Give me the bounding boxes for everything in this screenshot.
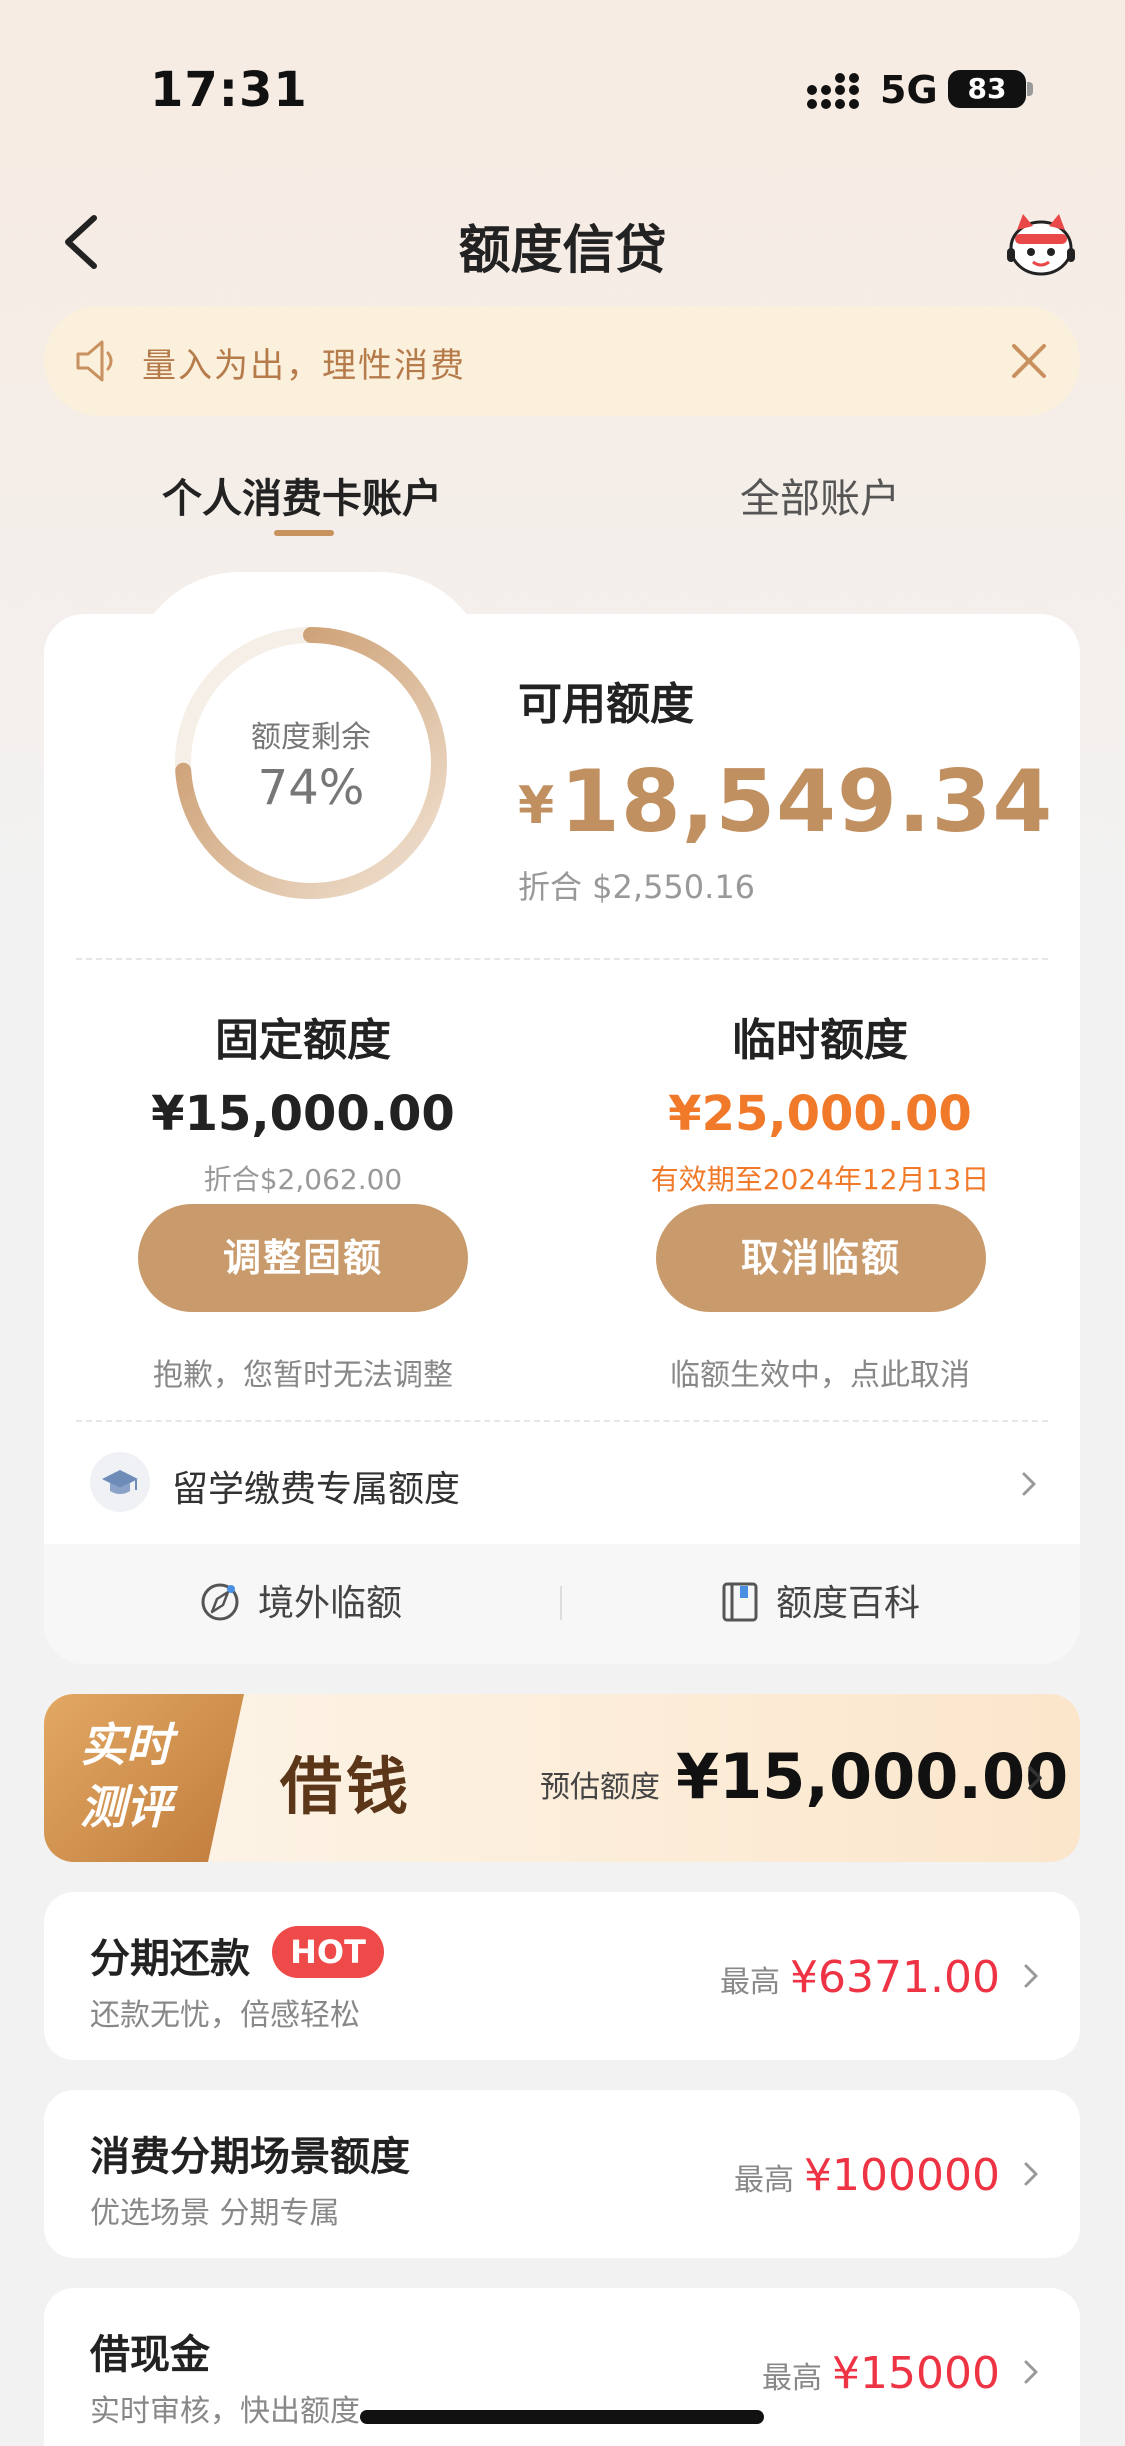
divider: [76, 958, 1048, 960]
close-icon[interactable]: [1006, 338, 1052, 384]
fixed-limit-note: 抱歉，您暂时无法调整: [153, 1358, 453, 1393]
max-value: ¥6371.00: [790, 1952, 1000, 2003]
study-abroad-label: 留学缴费专属额度: [172, 1469, 461, 1510]
product-installment-repayment[interactable]: 分期还款 HOT 还款无忧，倍感轻松 最高 ¥6371.00: [44, 1892, 1080, 2060]
tab-all-accounts[interactable]: 全部账户: [740, 466, 900, 524]
hot-badge: HOT: [272, 1926, 384, 1978]
chevron-right-icon: [1022, 1472, 1036, 1496]
speaker-icon: [76, 340, 113, 382]
chevron-right-icon: [1028, 1766, 1042, 1790]
product-subtitle: 优选场景 分期专属: [90, 2196, 340, 2231]
tab-underline: [274, 530, 334, 536]
loan-title: 借钱: [280, 1750, 413, 1823]
badge-line2: 测评: [80, 1780, 172, 1834]
adjust-fixed-button[interactable]: 调整固额: [138, 1204, 468, 1312]
product-max: 最高 ¥15000: [762, 2348, 1000, 2399]
compass-icon: [201, 1583, 239, 1621]
graduation-cap-icon: [90, 1452, 150, 1512]
notice-banner: 量入为出，理性消费: [44, 306, 1080, 416]
signal-icon: [807, 73, 859, 109]
fixed-limit-amount: ¥15,000.00: [151, 1086, 455, 1142]
fixed-limit-title: 固定额度: [215, 1015, 391, 1066]
temp-limit-title: 临时额度: [732, 1015, 908, 1066]
footer-divider: [560, 1586, 562, 1620]
home-indicator: [360, 2410, 764, 2424]
max-label: 最高: [762, 2361, 823, 2396]
temp-limit-expiry: 有效期至2024年12月13日: [650, 1163, 990, 1196]
tab-personal-card[interactable]: 个人消费卡账户: [162, 466, 442, 524]
temp-limit-note: 临额生效中，点此取消: [670, 1358, 970, 1393]
max-value: ¥15000: [832, 2348, 1000, 2399]
product-consumer-installment[interactable]: 消费分期场景额度 优选场景 分期专属 最高 ¥100000: [44, 2090, 1080, 2258]
page-title: 额度信贷: [458, 221, 667, 281]
ring-label: 额度剩余: [251, 720, 371, 755]
book-icon: [722, 1582, 758, 1622]
chevron-right-icon: [1024, 1964, 1038, 1988]
badge-line1: 实时: [80, 1718, 172, 1772]
network-type: 5G: [880, 68, 938, 112]
credit-wiki-label: 额度百科: [776, 1583, 921, 1624]
notice-text: 量入为出，理性消费: [142, 346, 466, 386]
mascot-icon[interactable]: [1003, 208, 1079, 278]
product-subtitle: 还款无忧，倍感轻松: [90, 1998, 360, 2033]
credit-wiki-link[interactable]: 额度百科: [718, 1574, 968, 1630]
overseas-temp-limit-link[interactable]: 境外临额: [198, 1574, 448, 1630]
max-label: 最高: [720, 1965, 781, 2000]
temp-limit-amount: ¥25,000.00: [668, 1086, 972, 1142]
available-amount: 18,549.34: [560, 752, 1054, 852]
status-time: 17:31: [150, 62, 308, 118]
available-label: 可用额度: [518, 679, 694, 730]
product-title: 分期还款: [90, 1936, 250, 1982]
max-label: 最高: [734, 2163, 795, 2198]
estimate-label: 预估额度: [540, 1770, 660, 1805]
divider: [76, 1420, 1048, 1422]
available-currency: ¥: [518, 776, 555, 836]
loan-banner[interactable]: 实时 测评 借钱 预估额度 ¥15,000.00: [44, 1694, 1080, 1862]
chevron-right-icon: [1024, 2162, 1038, 2186]
fixed-limit-usd: 折合$2,062.00: [203, 1163, 403, 1196]
ring-value: 74%: [257, 760, 365, 816]
max-value: ¥100000: [804, 2150, 1000, 2201]
estimate-value: ¥15,000.00: [676, 1740, 1069, 1813]
product-title: 借现金: [90, 2332, 210, 2378]
product-max: 最高 ¥6371.00: [720, 1952, 1000, 2003]
realtime-badge-text: 实时 测评: [80, 1714, 240, 1838]
product-subtitle: 实时审核，快出额度: [90, 2394, 360, 2429]
available-usd: 折合 $2,550.16: [518, 868, 756, 906]
overseas-temp-limit-label: 境外临额: [258, 1583, 403, 1624]
battery-icon: 83: [948, 70, 1026, 108]
cancel-temp-button[interactable]: 取消临额: [656, 1204, 986, 1312]
chevron-right-icon: [1024, 2360, 1038, 2384]
product-max: 最高 ¥100000: [734, 2150, 1000, 2201]
battery-tip: [1027, 82, 1033, 96]
product-title: 消费分期场景额度: [90, 2134, 410, 2180]
